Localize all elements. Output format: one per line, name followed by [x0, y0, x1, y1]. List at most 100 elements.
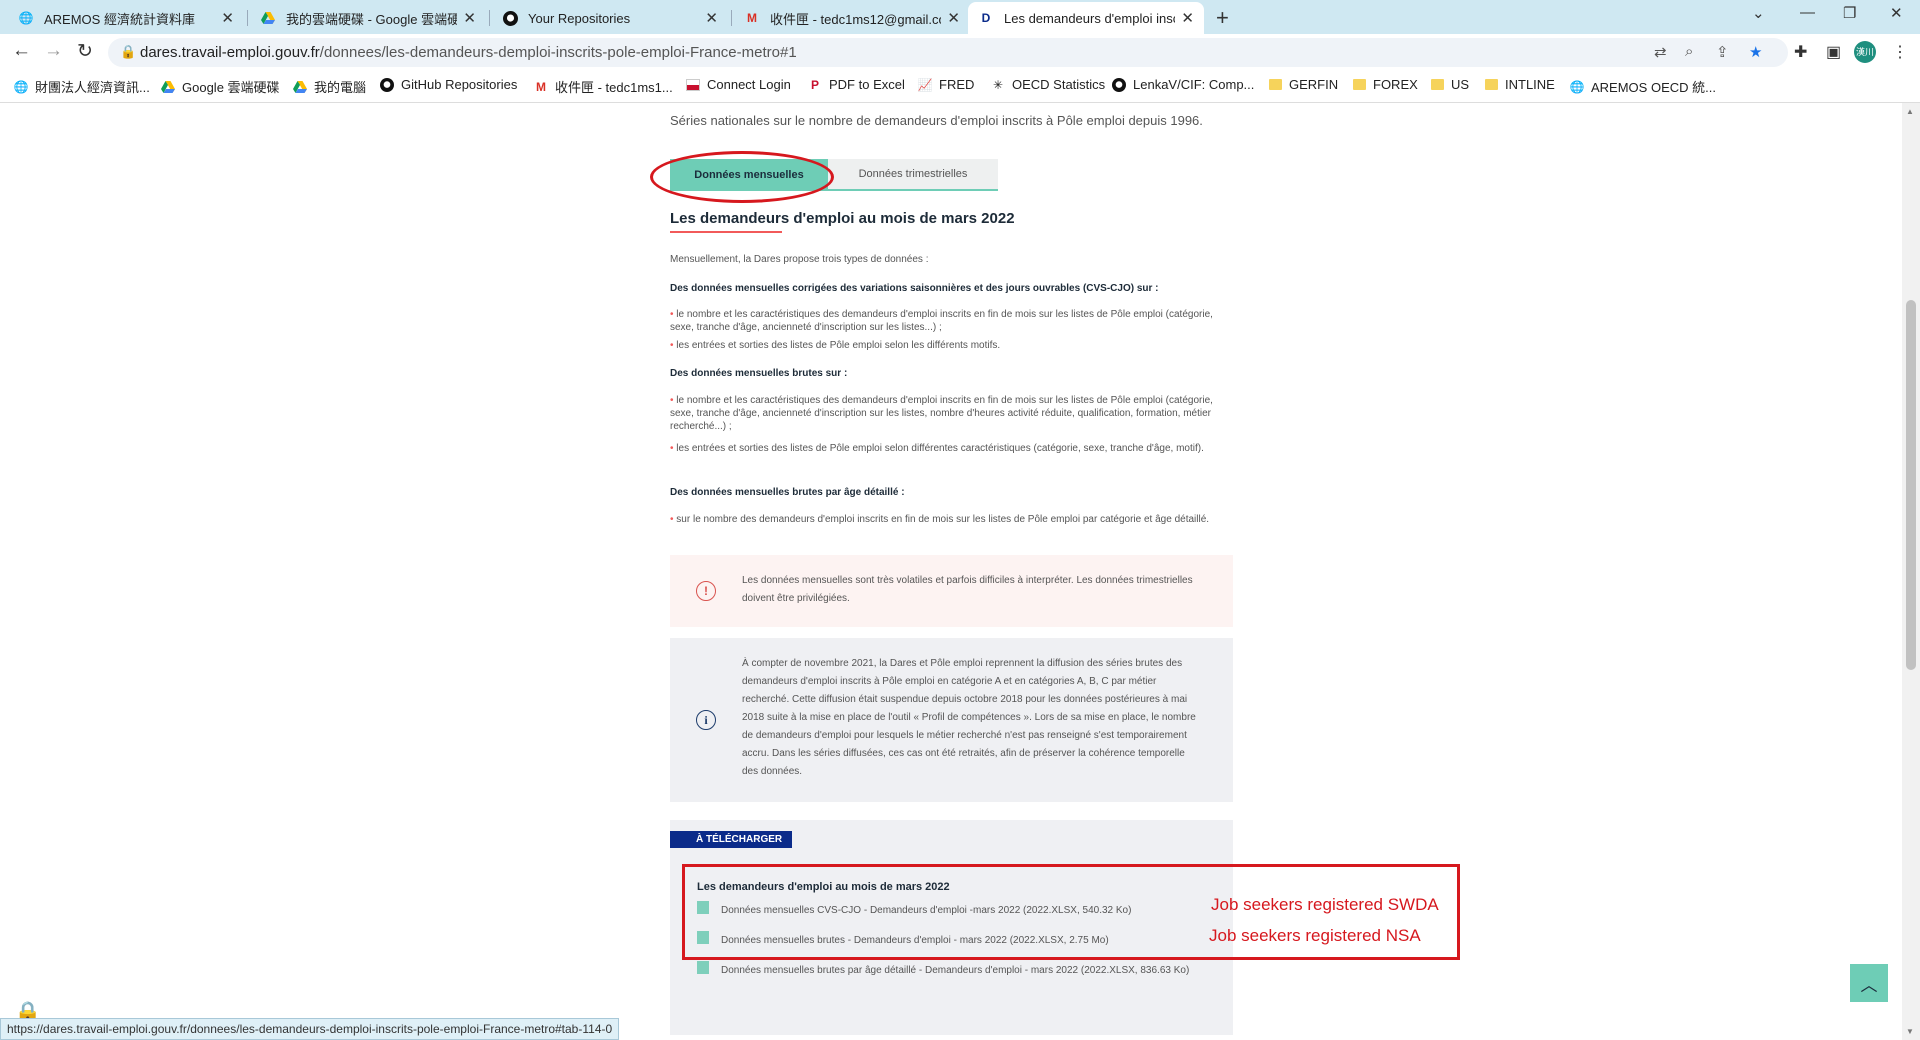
zoom-icon[interactable]: ⌕: [1685, 43, 1693, 60]
restore-button[interactable]: ❐: [1843, 4, 1856, 22]
bookmark-item[interactable]: Connect Login: [686, 77, 791, 92]
download-link[interactable]: Données mensuelles brutes par âge détail…: [697, 961, 1201, 978]
new-tab-button[interactable]: +: [1216, 5, 1229, 31]
list-item: • les entrées et sorties des listes de P…: [670, 340, 1001, 351]
tab-title: Les demandeurs d'emploi inscrits: [1004, 10, 1175, 26]
close-window-button[interactable]: ✕: [1890, 4, 1903, 22]
tab-title: AREMOS 經濟統計資料庫: [44, 11, 195, 27]
bookmark-item[interactable]: 我的電腦: [293, 77, 366, 96]
bookmark-folder[interactable]: FOREX: [1352, 77, 1418, 92]
close-tab-icon[interactable]: ✕: [947, 9, 960, 27]
lead-text: Mensuellement, la Dares propose trois ty…: [670, 254, 929, 265]
reload-icon[interactable]: ↻: [77, 40, 93, 63]
bookmark-folder[interactable]: INTLINE: [1484, 77, 1555, 92]
section-title: Des données mensuelles brutes par âge dé…: [670, 487, 905, 498]
bookmark-item[interactable]: 📈 FRED: [918, 77, 975, 92]
github-icon: [380, 77, 394, 92]
scrollbar-thumb[interactable]: [1906, 300, 1916, 670]
annotation-swda: Job seekers registered SWDA: [1211, 895, 1439, 914]
globe-icon: 🌐: [13, 79, 29, 94]
list-item: • le nombre et les caractéristiques des …: [670, 309, 1213, 333]
gmail-icon: M: [536, 79, 546, 94]
browser-tab[interactable]: 我的雲端硬碟 - Google 雲端硬碟 ✕: [250, 2, 486, 34]
tab-monthly-data[interactable]: Données mensuelles: [670, 159, 828, 191]
close-tab-icon[interactable]: ✕: [705, 9, 718, 27]
warning-alert: ! Les données mensuelles sont très volat…: [670, 555, 1233, 627]
download-tag: À TÉLÉCHARGER: [670, 831, 793, 848]
gmail-icon: M: [747, 11, 757, 25]
tab-separator: [489, 10, 490, 26]
bookmark-label: Google 雲端硬碟: [182, 80, 280, 95]
bookmark-item[interactable]: GitHub Repositories: [380, 77, 517, 92]
google-drive-icon: [260, 10, 276, 26]
minimize-button[interactable]: —: [1800, 4, 1815, 21]
oecd-icon: ✳: [992, 77, 1004, 92]
bookmark-item[interactable]: LenkaV/CIF: Comp...: [1112, 77, 1254, 92]
close-tab-icon[interactable]: ✕: [463, 9, 476, 27]
github-icon: [1112, 77, 1126, 92]
address-bar[interactable]: 🔒 dares.travail-emploi.gouv.fr/donnees/l…: [108, 38, 1788, 67]
bookmark-item[interactable]: P PDF to Excel: [808, 77, 905, 92]
bookmark-label: FOREX: [1373, 77, 1418, 92]
browser-tab[interactable]: Your Repositories ✕: [492, 2, 728, 34]
close-tab-icon[interactable]: ✕: [1181, 9, 1194, 27]
scroll-up-arrow-icon[interactable]: ▲: [1906, 107, 1914, 116]
tab-title: 收件匣 - tedc1ms12@gmail.com: [770, 11, 942, 27]
google-drive-icon: [293, 80, 307, 94]
back-arrow-icon[interactable]: ←: [12, 40, 31, 62]
menu-icon[interactable]: ⋮: [1892, 42, 1908, 62]
folder-icon: [1352, 78, 1366, 92]
xlsx-file-icon: [697, 961, 709, 974]
bookmark-label: PDF to Excel: [829, 77, 905, 92]
tab-quarterly-data[interactable]: Données trimestrielles: [828, 159, 998, 191]
chevron-up-icon: ︿: [1860, 975, 1878, 995]
list-item: • sur le nombre des demandeurs d'emploi …: [670, 514, 1210, 525]
tab-separator: [247, 10, 248, 26]
folder-icon: [1484, 78, 1498, 92]
url-text[interactable]: dares.travail-emploi.gouv.fr/donnees/les…: [140, 44, 797, 61]
bookmark-item[interactable]: M 收件匣 - tedc1ms1...: [534, 77, 673, 96]
bookmark-label: 收件匣 - tedc1ms1...: [555, 80, 673, 95]
bookmark-item[interactable]: Google 雲端硬碟: [161, 77, 280, 96]
bookmark-item[interactable]: 🌐 AREMOS OECD 統...: [1570, 77, 1716, 96]
close-tab-icon[interactable]: ✕: [221, 9, 234, 27]
bookmark-folder[interactable]: US: [1430, 77, 1469, 92]
bookmark-label: OECD Statistics: [1012, 77, 1106, 92]
info-text: À compter de novembre 2021, la Dares et …: [742, 658, 1196, 777]
scroll-down-arrow-icon[interactable]: ▼: [1906, 1027, 1914, 1036]
forward-arrow-icon[interactable]: →: [44, 40, 63, 62]
bookmark-label: Connect Login: [707, 77, 791, 92]
folder-icon: [1430, 78, 1444, 92]
lock-icon[interactable]: 🔒: [120, 44, 136, 60]
section-heading: Les demandeurs d'emploi au mois de mars …: [670, 210, 1015, 227]
translate-icon[interactable]: ⇄: [1654, 43, 1667, 61]
share-icon[interactable]: ⇪: [1716, 43, 1729, 61]
side-panel-icon[interactable]: ▣: [1826, 42, 1841, 62]
bookmarks-bar: 🌐 財團法人經濟資訊... Google 雲端硬碟 我的電腦 GitHub Rep…: [0, 70, 1920, 103]
section-title: Des données mensuelles brutes sur :: [670, 368, 848, 379]
extensions-icon[interactable]: ✚: [1794, 42, 1807, 62]
bookmark-star-icon[interactable]: ★: [1749, 43, 1762, 61]
url-path: /donnees/les-demandeurs-demploi-inscrits…: [319, 44, 797, 61]
heading-underline: [670, 231, 782, 233]
list-item: • les entrées et sorties des listes de P…: [670, 443, 1204, 454]
browser-tab[interactable]: 🌐 AREMOS 經濟統計資料庫 ✕: [8, 2, 244, 34]
bookmark-label: GERFIN: [1289, 77, 1339, 92]
download-link-label[interactable]: Données mensuelles brutes par âge détail…: [721, 963, 1201, 978]
bookmark-label: AREMOS OECD 統...: [1591, 80, 1716, 95]
status-bar-url: https://dares.travail-emploi.gouv.fr/don…: [0, 1018, 620, 1040]
globe-icon: 🌐: [18, 11, 34, 25]
browser-tab[interactable]: M 收件匣 - tedc1ms12@gmail.com ✕: [734, 2, 970, 34]
bookmark-folder[interactable]: GERFIN: [1268, 77, 1338, 92]
annotation-nsa: Job seekers registered NSA: [1209, 926, 1421, 945]
back-to-top-button[interactable]: ︿: [1850, 964, 1888, 1002]
avatar[interactable]: 漢川: [1854, 41, 1876, 63]
bookmark-item[interactable]: ✳ OECD Statistics: [991, 77, 1105, 92]
bookmark-label: GitHub Repositories: [401, 77, 518, 92]
section-title: Des données mensuelles corrigées des var…: [670, 283, 1159, 294]
bookmark-label: LenkaV/CIF: Comp...: [1133, 77, 1255, 92]
browser-tab-active[interactable]: D Les demandeurs d'emploi inscrits ✕: [968, 2, 1204, 34]
bookmark-item[interactable]: 🌐 財團法人經濟資訊...: [14, 77, 150, 96]
vertical-scrollbar[interactable]: ▲ ▼: [1902, 103, 1920, 1040]
tab-search-icon[interactable]: ⌄: [1752, 4, 1765, 22]
